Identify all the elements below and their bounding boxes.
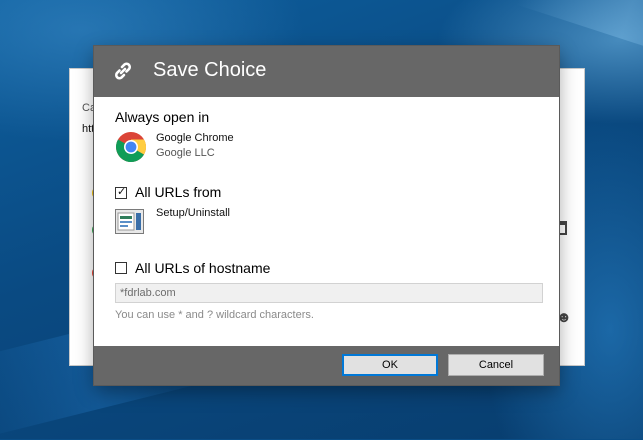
link-icon	[115, 62, 131, 80]
wildcard-hint: You can use * and ? wildcard characters.	[115, 309, 314, 321]
ok-button[interactable]: OK	[342, 354, 438, 376]
dialog-footer: OK Cancel	[94, 346, 559, 385]
checkmark-icon: ✓	[117, 186, 127, 198]
hostname-input[interactable]	[115, 283, 543, 303]
always-open-heading: Always open in	[115, 109, 210, 125]
dialog-title: Save Choice	[153, 59, 267, 81]
save-choice-dialog: Save Choice Always open in Google Chrome…	[94, 46, 559, 385]
all-urls-from-checkbox[interactable]: ✓	[115, 186, 127, 199]
chrome-icon	[116, 132, 147, 162]
all-urls-from-label[interactable]: All URLs from	[135, 184, 221, 200]
app-name: Google Chrome	[156, 132, 234, 144]
program-icon	[115, 209, 144, 234]
app-publisher: Google LLC	[156, 147, 215, 159]
program-name: Setup/Uninstall	[156, 207, 230, 219]
cancel-button[interactable]: Cancel	[448, 354, 544, 376]
all-urls-hostname-checkbox[interactable]	[115, 262, 127, 274]
dialog-titlebar: Save Choice	[94, 46, 559, 97]
all-urls-hostname-label[interactable]: All URLs of hostname	[135, 260, 270, 276]
